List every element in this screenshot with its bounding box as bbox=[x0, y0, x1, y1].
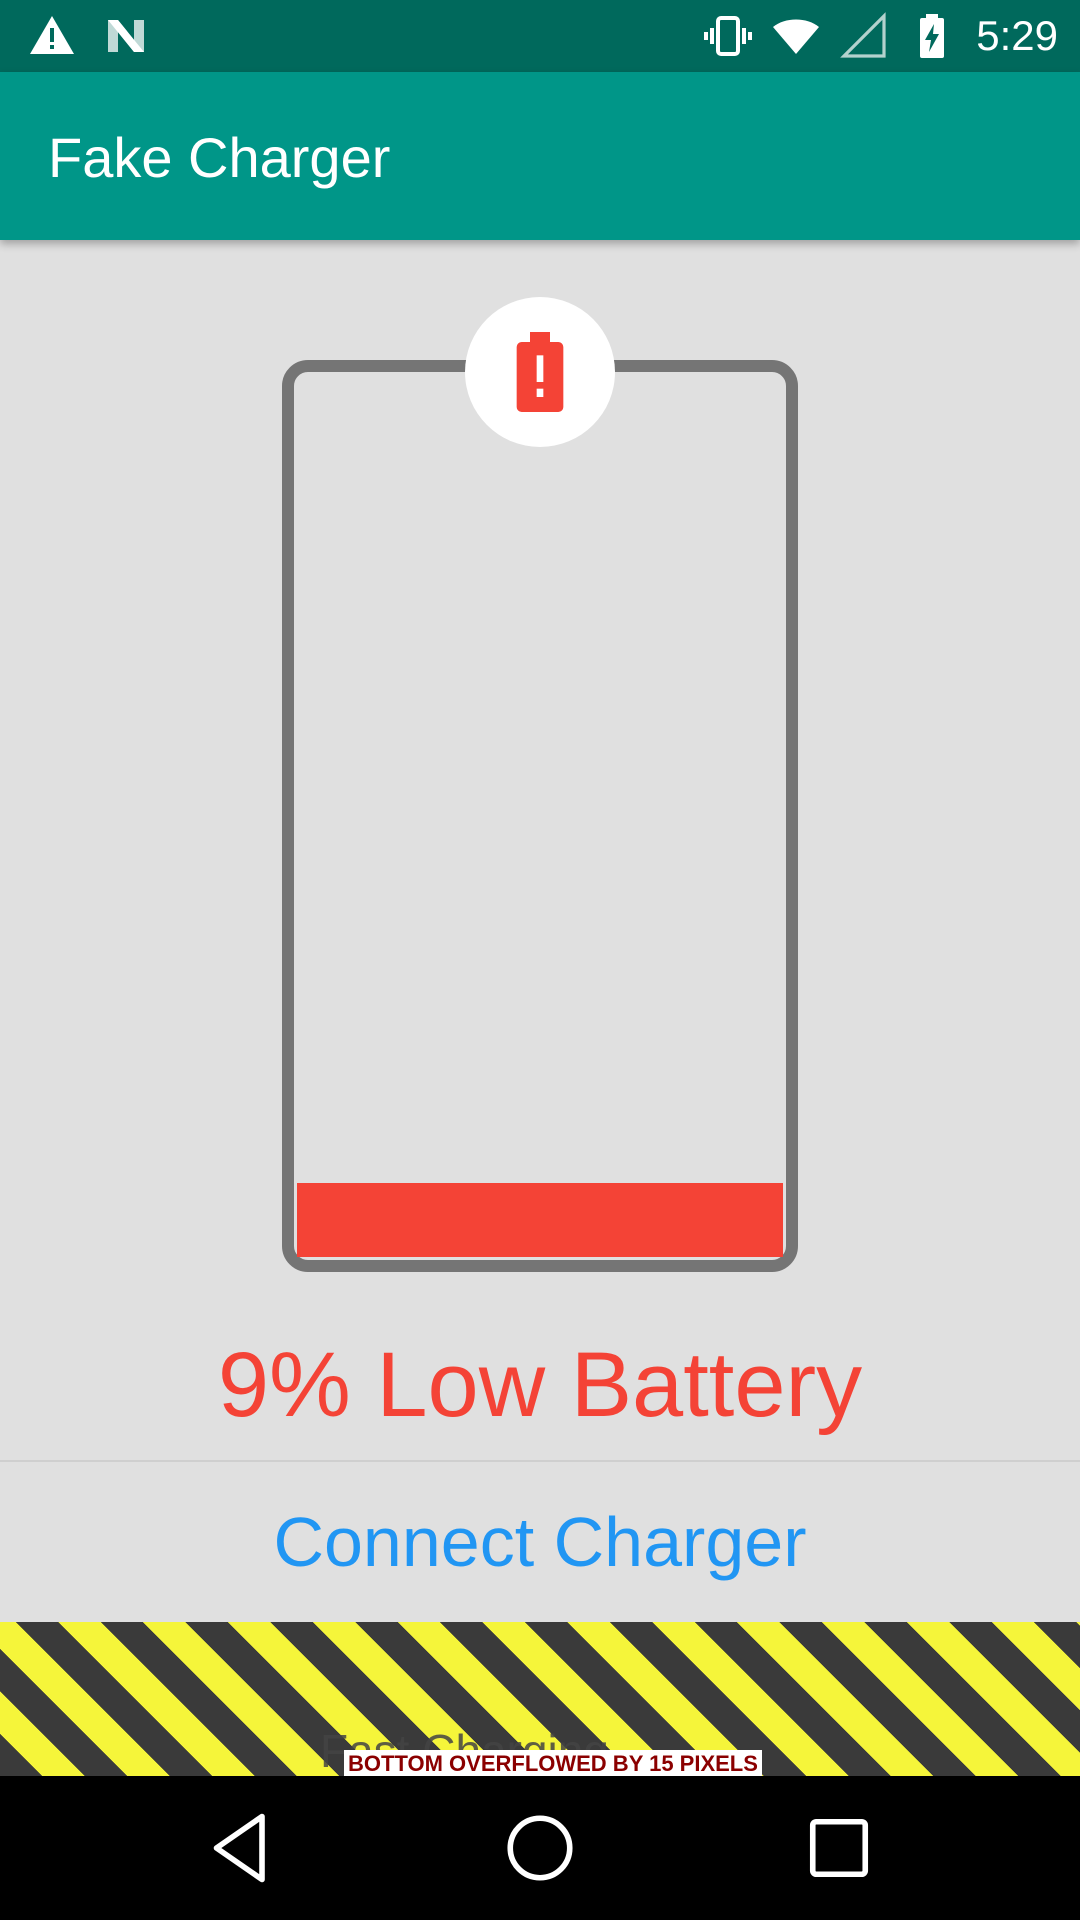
wifi-icon bbox=[773, 19, 820, 54]
back-button[interactable] bbox=[199, 1806, 283, 1890]
connect-charger-button[interactable]: Connect Charger bbox=[0, 1462, 1080, 1622]
overflow-warning-stripe: Fast Charging BOTTOM OVERFLOWED BY 15 PI… bbox=[0, 1622, 1080, 1776]
status-left-icons bbox=[28, 12, 150, 60]
status-time: 5:29 bbox=[976, 12, 1058, 59]
screen: 5:29 Fake Charger 9% Low Battery Connect… bbox=[0, 0, 1080, 1920]
overflow-warning-label: BOTTOM OVERFLOWED BY 15 PIXELS bbox=[344, 1750, 762, 1776]
battery-level-fill bbox=[297, 1183, 783, 1257]
signal-icon bbox=[840, 12, 886, 58]
battery-outline bbox=[282, 360, 798, 1272]
home-button[interactable] bbox=[498, 1806, 582, 1890]
recents-icon bbox=[809, 1818, 869, 1878]
vibrate-icon bbox=[704, 16, 753, 56]
home-icon bbox=[507, 1815, 573, 1881]
app-title: Fake Charger bbox=[48, 126, 391, 189]
battery-alert-icon bbox=[516, 332, 564, 412]
app-bar: Fake Charger bbox=[0, 72, 1080, 240]
status-bar: 5:29 bbox=[0, 0, 1080, 72]
warning-icon bbox=[30, 16, 74, 54]
battery-badge bbox=[465, 297, 615, 447]
n-logo-icon bbox=[108, 20, 144, 52]
status-right-icons: 5:29 bbox=[704, 10, 1058, 62]
back-icon bbox=[213, 1813, 265, 1883]
recents-button[interactable] bbox=[797, 1806, 881, 1890]
battery-status-text: 9% Low Battery bbox=[217, 1334, 863, 1436]
battery-charging-icon bbox=[920, 14, 945, 58]
navigation-bar bbox=[0, 1776, 1080, 1920]
